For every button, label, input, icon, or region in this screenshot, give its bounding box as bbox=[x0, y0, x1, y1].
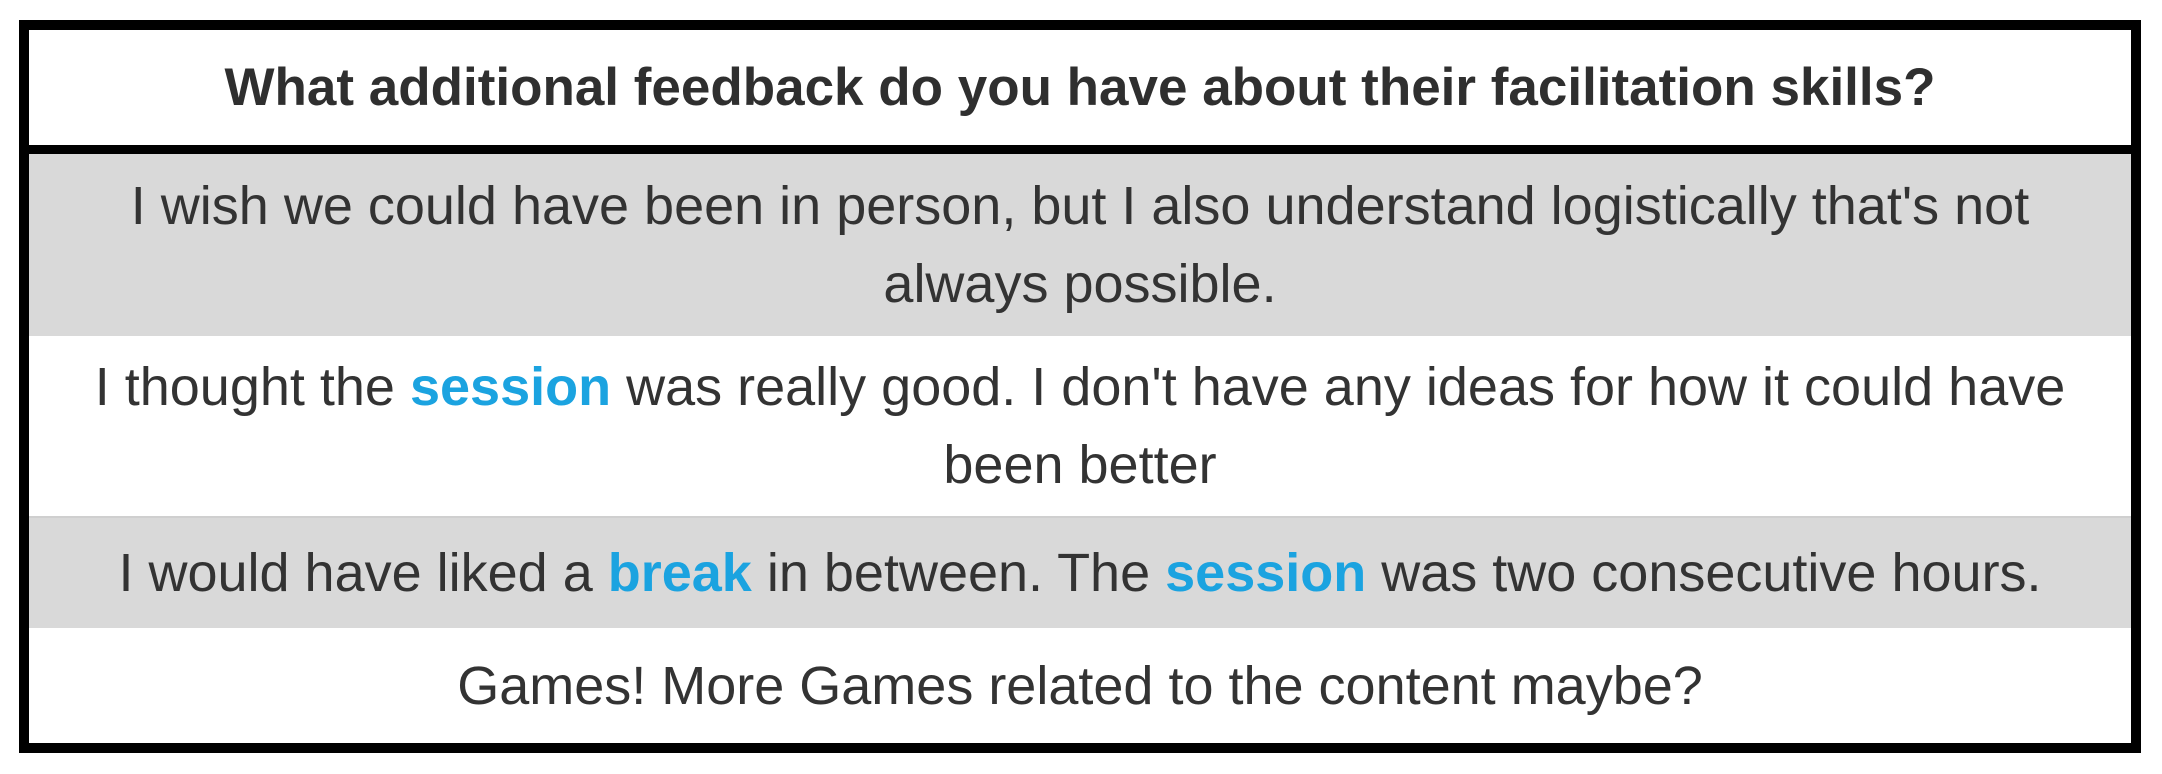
row-text-segment: I would have liked a bbox=[118, 543, 608, 603]
table-header: What additional feedback do you have abo… bbox=[29, 30, 2131, 154]
feedback-table: What additional feedback do you have abo… bbox=[19, 20, 2141, 753]
table-row: I would have liked a break in between. T… bbox=[29, 518, 2131, 628]
row-text-segment: I wish we could have been in person, but… bbox=[130, 176, 2030, 314]
table-row: I thought the session was really good. I… bbox=[29, 336, 2131, 518]
row-text: I would have liked a break in between. T… bbox=[118, 534, 2041, 612]
table-row: Games! More Games related to the content… bbox=[29, 628, 2131, 743]
row-text-segment: Games! More Games related to the content… bbox=[457, 655, 1703, 716]
row-text: I wish we could have been in person, but… bbox=[85, 167, 2075, 323]
row-text-segment: was really good. I don't have any ideas … bbox=[611, 357, 2066, 495]
row-text-segment: I thought the bbox=[94, 357, 410, 417]
keyword-highlight: session bbox=[1165, 543, 1367, 603]
table-row: I wish we could have been in person, but… bbox=[29, 154, 2131, 336]
keyword-highlight: session bbox=[409, 357, 612, 417]
row-text-segment: in between. The bbox=[751, 543, 1166, 603]
row-text: I thought the session was really good. I… bbox=[80, 348, 2080, 504]
keyword-highlight: break bbox=[607, 543, 752, 603]
row-text: Games! More Games related to the content… bbox=[457, 647, 1703, 725]
row-text-segment: was two consecutive hours. bbox=[1366, 543, 2042, 603]
